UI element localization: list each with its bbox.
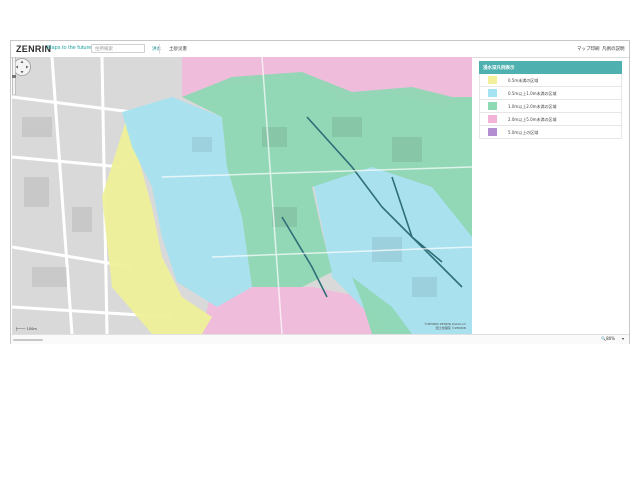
search-input[interactable]: 住所検索 xyxy=(91,44,145,53)
legend-swatch xyxy=(488,102,497,110)
tab-divider xyxy=(159,44,160,54)
legend-swatch xyxy=(488,89,497,97)
horizontal-scrollbar[interactable] xyxy=(13,339,43,341)
legend-help-link[interactable]: 凡例の説明 xyxy=(602,46,625,52)
zoom-slider[interactable] xyxy=(12,57,16,95)
legend-swatch xyxy=(488,76,497,84)
map-credit: ©ZENRIN ZENRIN DataCom 国土地理院 ©ZENRIN xyxy=(424,322,466,330)
browser-window: ZENRIN Maps to the future 住所検索 洪水 土砂災害 マ… xyxy=(10,40,630,344)
map-canvas xyxy=(12,57,472,334)
chevron-down-icon[interactable]: ▾ xyxy=(622,336,624,341)
legend-item: 1.0m以上2.0m未満の区域 xyxy=(479,100,622,113)
tab-landslide[interactable]: 土砂災害 xyxy=(169,46,187,52)
legend-item: 5.0m以上の区域 xyxy=(479,126,622,139)
top-bar: ZENRIN Maps to the future 住所検索 洪水 土砂災害 マ… xyxy=(11,41,629,58)
status-bar: 🔍80% ▾ xyxy=(11,334,629,344)
legend-title: 浸水深凡例表示 xyxy=(479,61,622,74)
legend-swatch xyxy=(488,115,497,123)
tagline: Maps to the future xyxy=(47,45,92,51)
legend-item: 0.5m未満の区域 xyxy=(479,74,622,87)
scale-bar: ├──── 100m xyxy=(15,327,37,331)
zoom-level[interactable]: 🔍80% xyxy=(601,336,615,341)
legend-panel: 浸水深凡例表示 0.5m未満の区域 0.5m以上1.0m未満の区域 1.0m以上… xyxy=(479,61,622,141)
legend-swatch xyxy=(488,128,497,136)
print-map-link[interactable]: マップ印刷 xyxy=(577,46,600,52)
hazard-map[interactable]: ├──── 100m ©ZENRIN ZENRIN DataCom 国土地理院 … xyxy=(12,57,472,334)
legend-item: 0.5m以上1.0m未満の区域 xyxy=(479,87,622,100)
legend-item: 2.0m以上5.0m未満の区域 xyxy=(479,113,622,126)
